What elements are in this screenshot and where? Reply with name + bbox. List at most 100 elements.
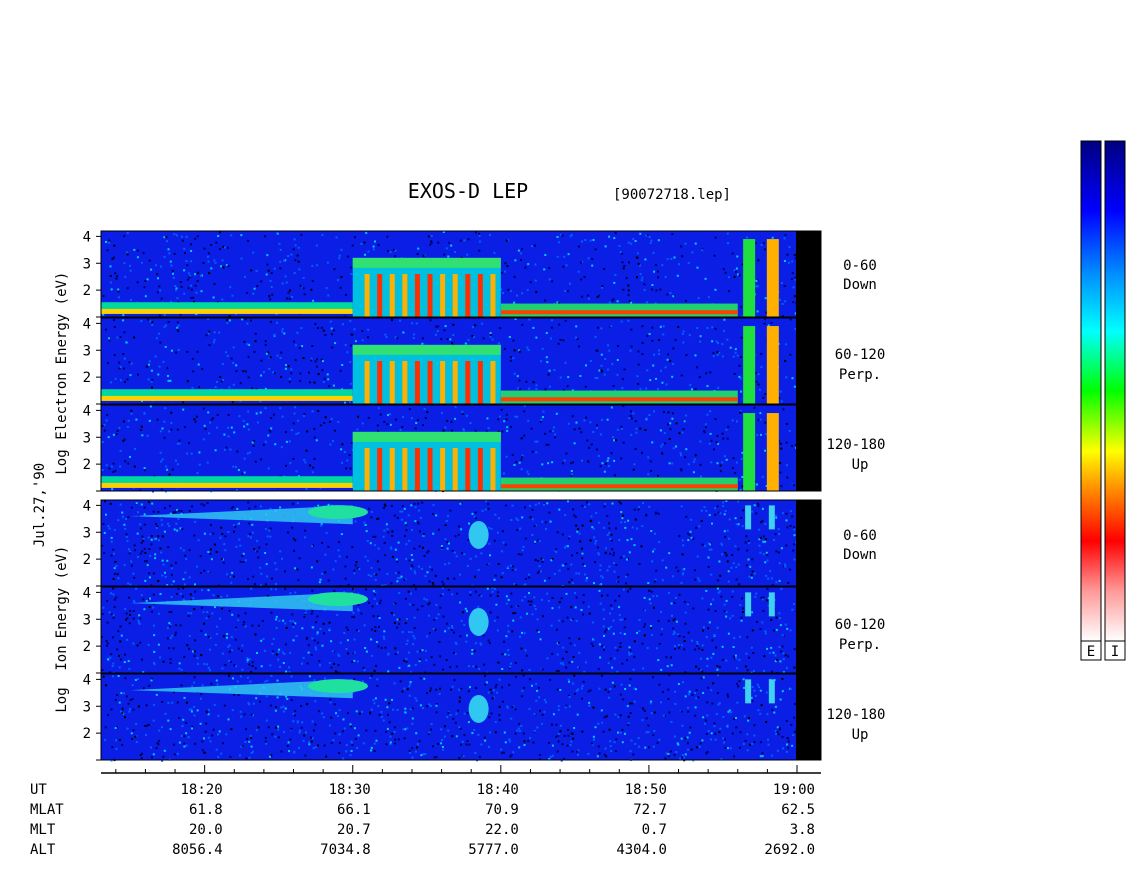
noise-pixel xyxy=(501,572,504,575)
noise-pixel xyxy=(617,580,620,583)
noise-pixel xyxy=(342,730,345,733)
noise-pixel xyxy=(737,500,740,503)
noise-pixel xyxy=(643,625,646,628)
noise-pixel xyxy=(716,665,719,667)
noise-pixel xyxy=(136,532,139,535)
noise-pixel xyxy=(649,625,652,627)
noise-pixel xyxy=(187,278,189,281)
noise-pixel xyxy=(645,301,648,304)
noise-pixel xyxy=(709,543,712,546)
noise-pixel xyxy=(571,582,574,584)
noise-pixel xyxy=(556,236,559,238)
noise-pixel xyxy=(773,711,776,714)
noise-pixel xyxy=(181,725,184,727)
noise-pixel xyxy=(112,662,115,665)
noise-pixel xyxy=(766,599,769,602)
noise-pixel xyxy=(442,429,445,432)
noise-pixel xyxy=(373,742,376,745)
noise-pixel xyxy=(188,549,191,552)
ion-late-burst xyxy=(745,679,752,704)
noise-pixel xyxy=(527,473,530,476)
noise-pixel xyxy=(242,623,245,626)
noise-pixel xyxy=(146,564,149,567)
noise-pixel xyxy=(480,552,483,555)
noise-pixel xyxy=(367,328,370,331)
noise-pixel xyxy=(251,387,254,390)
noise-pixel xyxy=(266,263,269,266)
noise-pixel xyxy=(425,598,428,601)
noise-pixel xyxy=(177,324,180,327)
noise-pixel xyxy=(733,275,736,278)
noise-pixel xyxy=(338,733,341,736)
noise-pixel xyxy=(648,598,651,601)
noise-pixel xyxy=(791,260,794,263)
noise-pixel xyxy=(506,429,509,432)
noise-pixel xyxy=(461,552,463,555)
noise-pixel xyxy=(194,284,197,287)
noise-pixel xyxy=(577,528,579,531)
noise-pixel xyxy=(267,726,270,729)
noise-pixel xyxy=(349,361,352,364)
noise-pixel xyxy=(770,646,773,649)
noise-pixel xyxy=(284,367,287,370)
noise-pixel xyxy=(260,639,263,642)
noise-pixel xyxy=(184,252,186,254)
noise-pixel xyxy=(334,670,337,673)
noise-pixel xyxy=(469,686,471,689)
noise-pixel xyxy=(136,644,139,647)
noise-pixel xyxy=(150,268,153,271)
noise-pixel xyxy=(287,291,290,294)
noise-pixel xyxy=(641,719,644,722)
noise-pixel xyxy=(707,627,710,630)
noise-pixel xyxy=(706,413,709,416)
noise-pixel xyxy=(385,523,388,526)
noise-pixel xyxy=(390,582,393,585)
no-data-strip xyxy=(796,405,821,491)
noise-pixel xyxy=(592,706,595,709)
noise-pixel xyxy=(793,295,796,298)
noise-pixel xyxy=(393,726,396,729)
noise-pixel xyxy=(447,589,450,591)
noise-pixel xyxy=(588,446,591,449)
noise-pixel xyxy=(326,261,329,264)
noise-pixel xyxy=(609,745,612,748)
noise-pixel xyxy=(192,597,195,600)
noise-pixel xyxy=(474,231,477,234)
noise-pixel xyxy=(118,666,121,669)
noise-pixel xyxy=(727,425,730,428)
noise-pixel xyxy=(151,610,154,613)
noise-pixel xyxy=(169,504,171,507)
noise-pixel xyxy=(252,531,254,534)
noise-pixel xyxy=(313,639,316,642)
noise-pixel xyxy=(581,730,584,733)
noise-pixel xyxy=(153,662,155,664)
noise-pixel xyxy=(655,647,658,650)
noise-pixel xyxy=(660,701,663,704)
noise-pixel xyxy=(419,704,422,707)
noise-pixel xyxy=(622,698,625,701)
noise-pixel xyxy=(383,503,386,506)
noise-pixel xyxy=(608,728,611,731)
noise-pixel xyxy=(651,441,654,444)
ion-late-burst xyxy=(745,505,752,530)
noise-pixel xyxy=(581,295,584,298)
noise-pixel xyxy=(262,638,265,640)
noise-pixel xyxy=(338,709,341,712)
noise-pixel xyxy=(193,654,196,657)
noise-pixel xyxy=(521,631,523,634)
noise-pixel xyxy=(210,682,213,685)
noise-pixel xyxy=(246,659,249,661)
noise-pixel xyxy=(792,526,795,529)
noise-pixel xyxy=(451,685,454,688)
noise-pixel xyxy=(302,287,305,290)
noise-pixel xyxy=(225,733,228,736)
noise-pixel xyxy=(340,248,343,251)
noise-pixel xyxy=(246,676,249,679)
noise-pixel xyxy=(695,689,698,692)
noise-pixel xyxy=(148,360,151,363)
noise-pixel xyxy=(731,590,734,593)
noise-pixel xyxy=(568,282,571,285)
noise-pixel xyxy=(735,657,738,660)
noise-pixel xyxy=(423,535,426,538)
noise-pixel xyxy=(630,242,633,245)
